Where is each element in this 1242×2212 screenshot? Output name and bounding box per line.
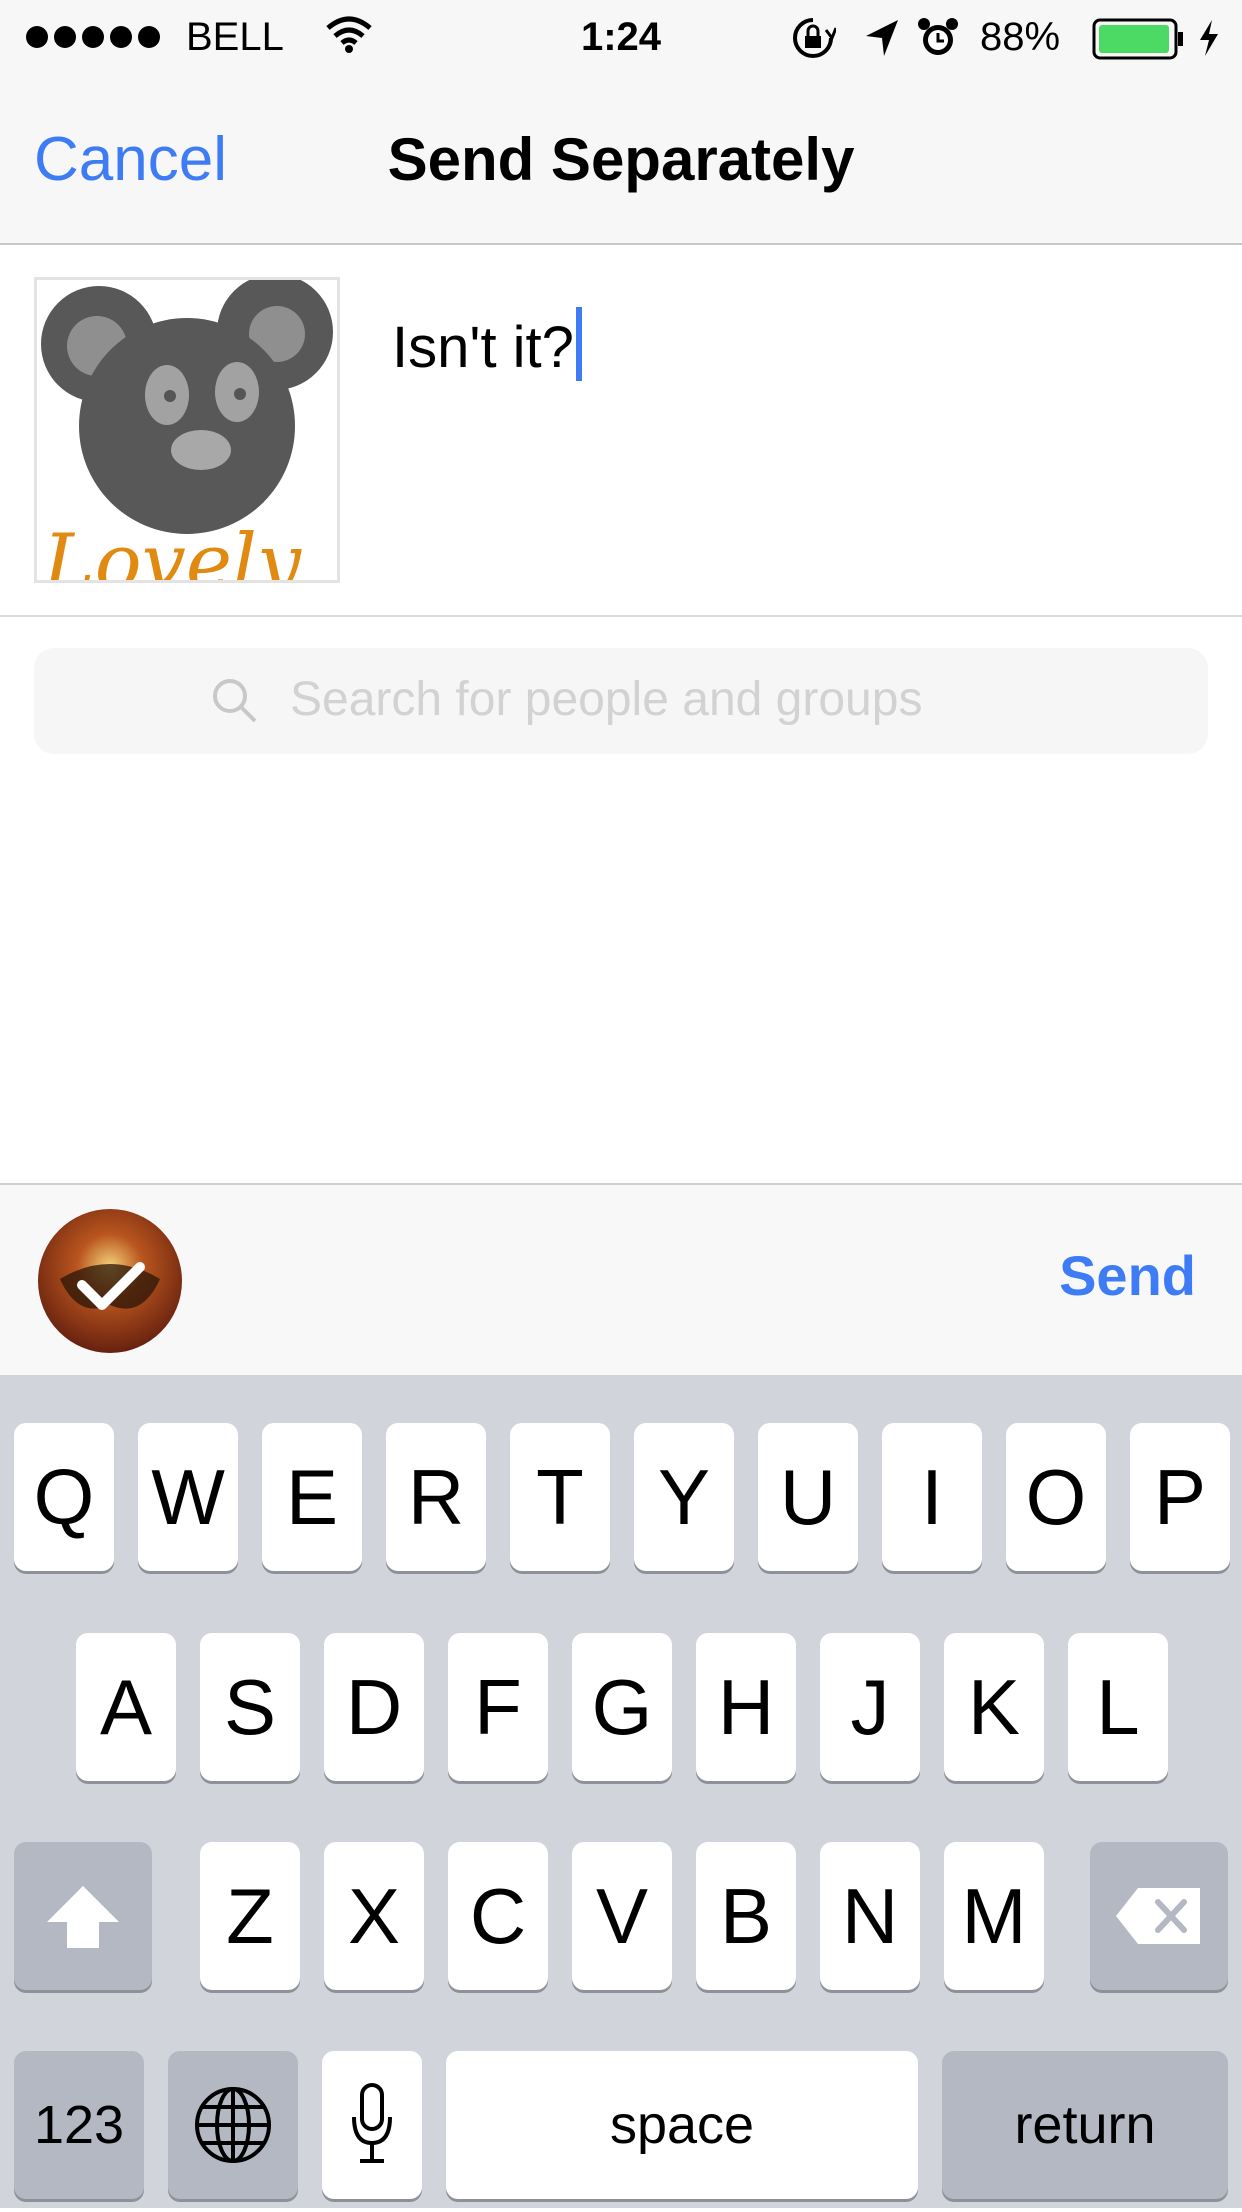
status-bar: BELL 1:24 88%: [0, 0, 1242, 75]
space-key[interactable]: space: [446, 2051, 918, 2199]
globe-key[interactable]: [168, 2051, 298, 2199]
key-k[interactable]: K: [944, 1633, 1044, 1781]
key-p[interactable]: P: [1130, 1423, 1230, 1571]
battery-icon: [1092, 18, 1183, 60]
keyboard: QWERTYUIOP ASDFGHJKL ZXCVBNM 123 space r…: [0, 1375, 1242, 2208]
microphone-icon: [352, 2083, 392, 2163]
cancel-button[interactable]: Cancel: [34, 125, 227, 195]
compose-area: Lovely Isn't it?: [0, 245, 1242, 617]
backspace-icon: [1116, 1888, 1200, 1944]
shift-icon: [47, 1886, 119, 1948]
key-y[interactable]: Y: [634, 1423, 734, 1571]
send-button[interactable]: Send: [1059, 1241, 1196, 1311]
key-b[interactable]: B: [696, 1842, 796, 1990]
rotation-lock-icon: [793, 18, 836, 58]
selected-contact-avatar-image: [38, 1209, 182, 1353]
search-input[interactable]: Search for people and groups: [34, 648, 1208, 754]
key-r[interactable]: R: [386, 1423, 486, 1571]
key-i[interactable]: I: [882, 1423, 982, 1571]
shift-key[interactable]: [14, 1842, 152, 1990]
battery-percent: 88%: [980, 15, 1061, 59]
alarm-icon: [918, 18, 958, 55]
numbers-key[interactable]: 123: [14, 2051, 144, 2199]
key-u[interactable]: U: [758, 1423, 858, 1571]
search-icon: [213, 679, 257, 723]
globe-icon: [195, 2087, 271, 2163]
key-z[interactable]: Z: [200, 1842, 300, 1990]
key-f[interactable]: F: [448, 1633, 548, 1781]
key-n[interactable]: N: [820, 1842, 920, 1990]
key-j[interactable]: J: [820, 1633, 920, 1781]
message-input[interactable]: Isn't it?: [392, 307, 582, 383]
selection-bar: Send: [0, 1183, 1242, 1375]
key-t[interactable]: T: [510, 1423, 610, 1571]
delete-key[interactable]: [1090, 1842, 1228, 1990]
key-w[interactable]: W: [138, 1423, 238, 1571]
search-placeholder: Search for people and groups: [290, 673, 923, 726]
key-m[interactable]: M: [944, 1842, 1044, 1990]
return-key[interactable]: return: [942, 2051, 1228, 2199]
avatar[interactable]: [38, 1209, 182, 1353]
image-thumbnail[interactable]: Lovely: [34, 277, 340, 583]
charging-icon: [1200, 20, 1218, 56]
key-v[interactable]: V: [572, 1842, 672, 1990]
key-h[interactable]: H: [696, 1633, 796, 1781]
message-text: Isn't it?: [392, 315, 574, 380]
nav-bar: Send Separately Cancel: [0, 75, 1242, 245]
key-l[interactable]: L: [1068, 1633, 1168, 1781]
key-x[interactable]: X: [324, 1842, 424, 1990]
text-caret: [575, 307, 582, 381]
thumbnail-caption: Lovely: [43, 518, 301, 583]
key-a[interactable]: A: [76, 1633, 176, 1781]
dictation-key[interactable]: [322, 2051, 422, 2199]
key-d[interactable]: D: [324, 1633, 424, 1781]
key-o[interactable]: O: [1006, 1423, 1106, 1571]
key-s[interactable]: S: [200, 1633, 300, 1781]
key-q[interactable]: Q: [14, 1423, 114, 1571]
key-c[interactable]: C: [448, 1842, 548, 1990]
location-icon: [866, 20, 898, 56]
key-g[interactable]: G: [572, 1633, 672, 1781]
key-e[interactable]: E: [262, 1423, 362, 1571]
